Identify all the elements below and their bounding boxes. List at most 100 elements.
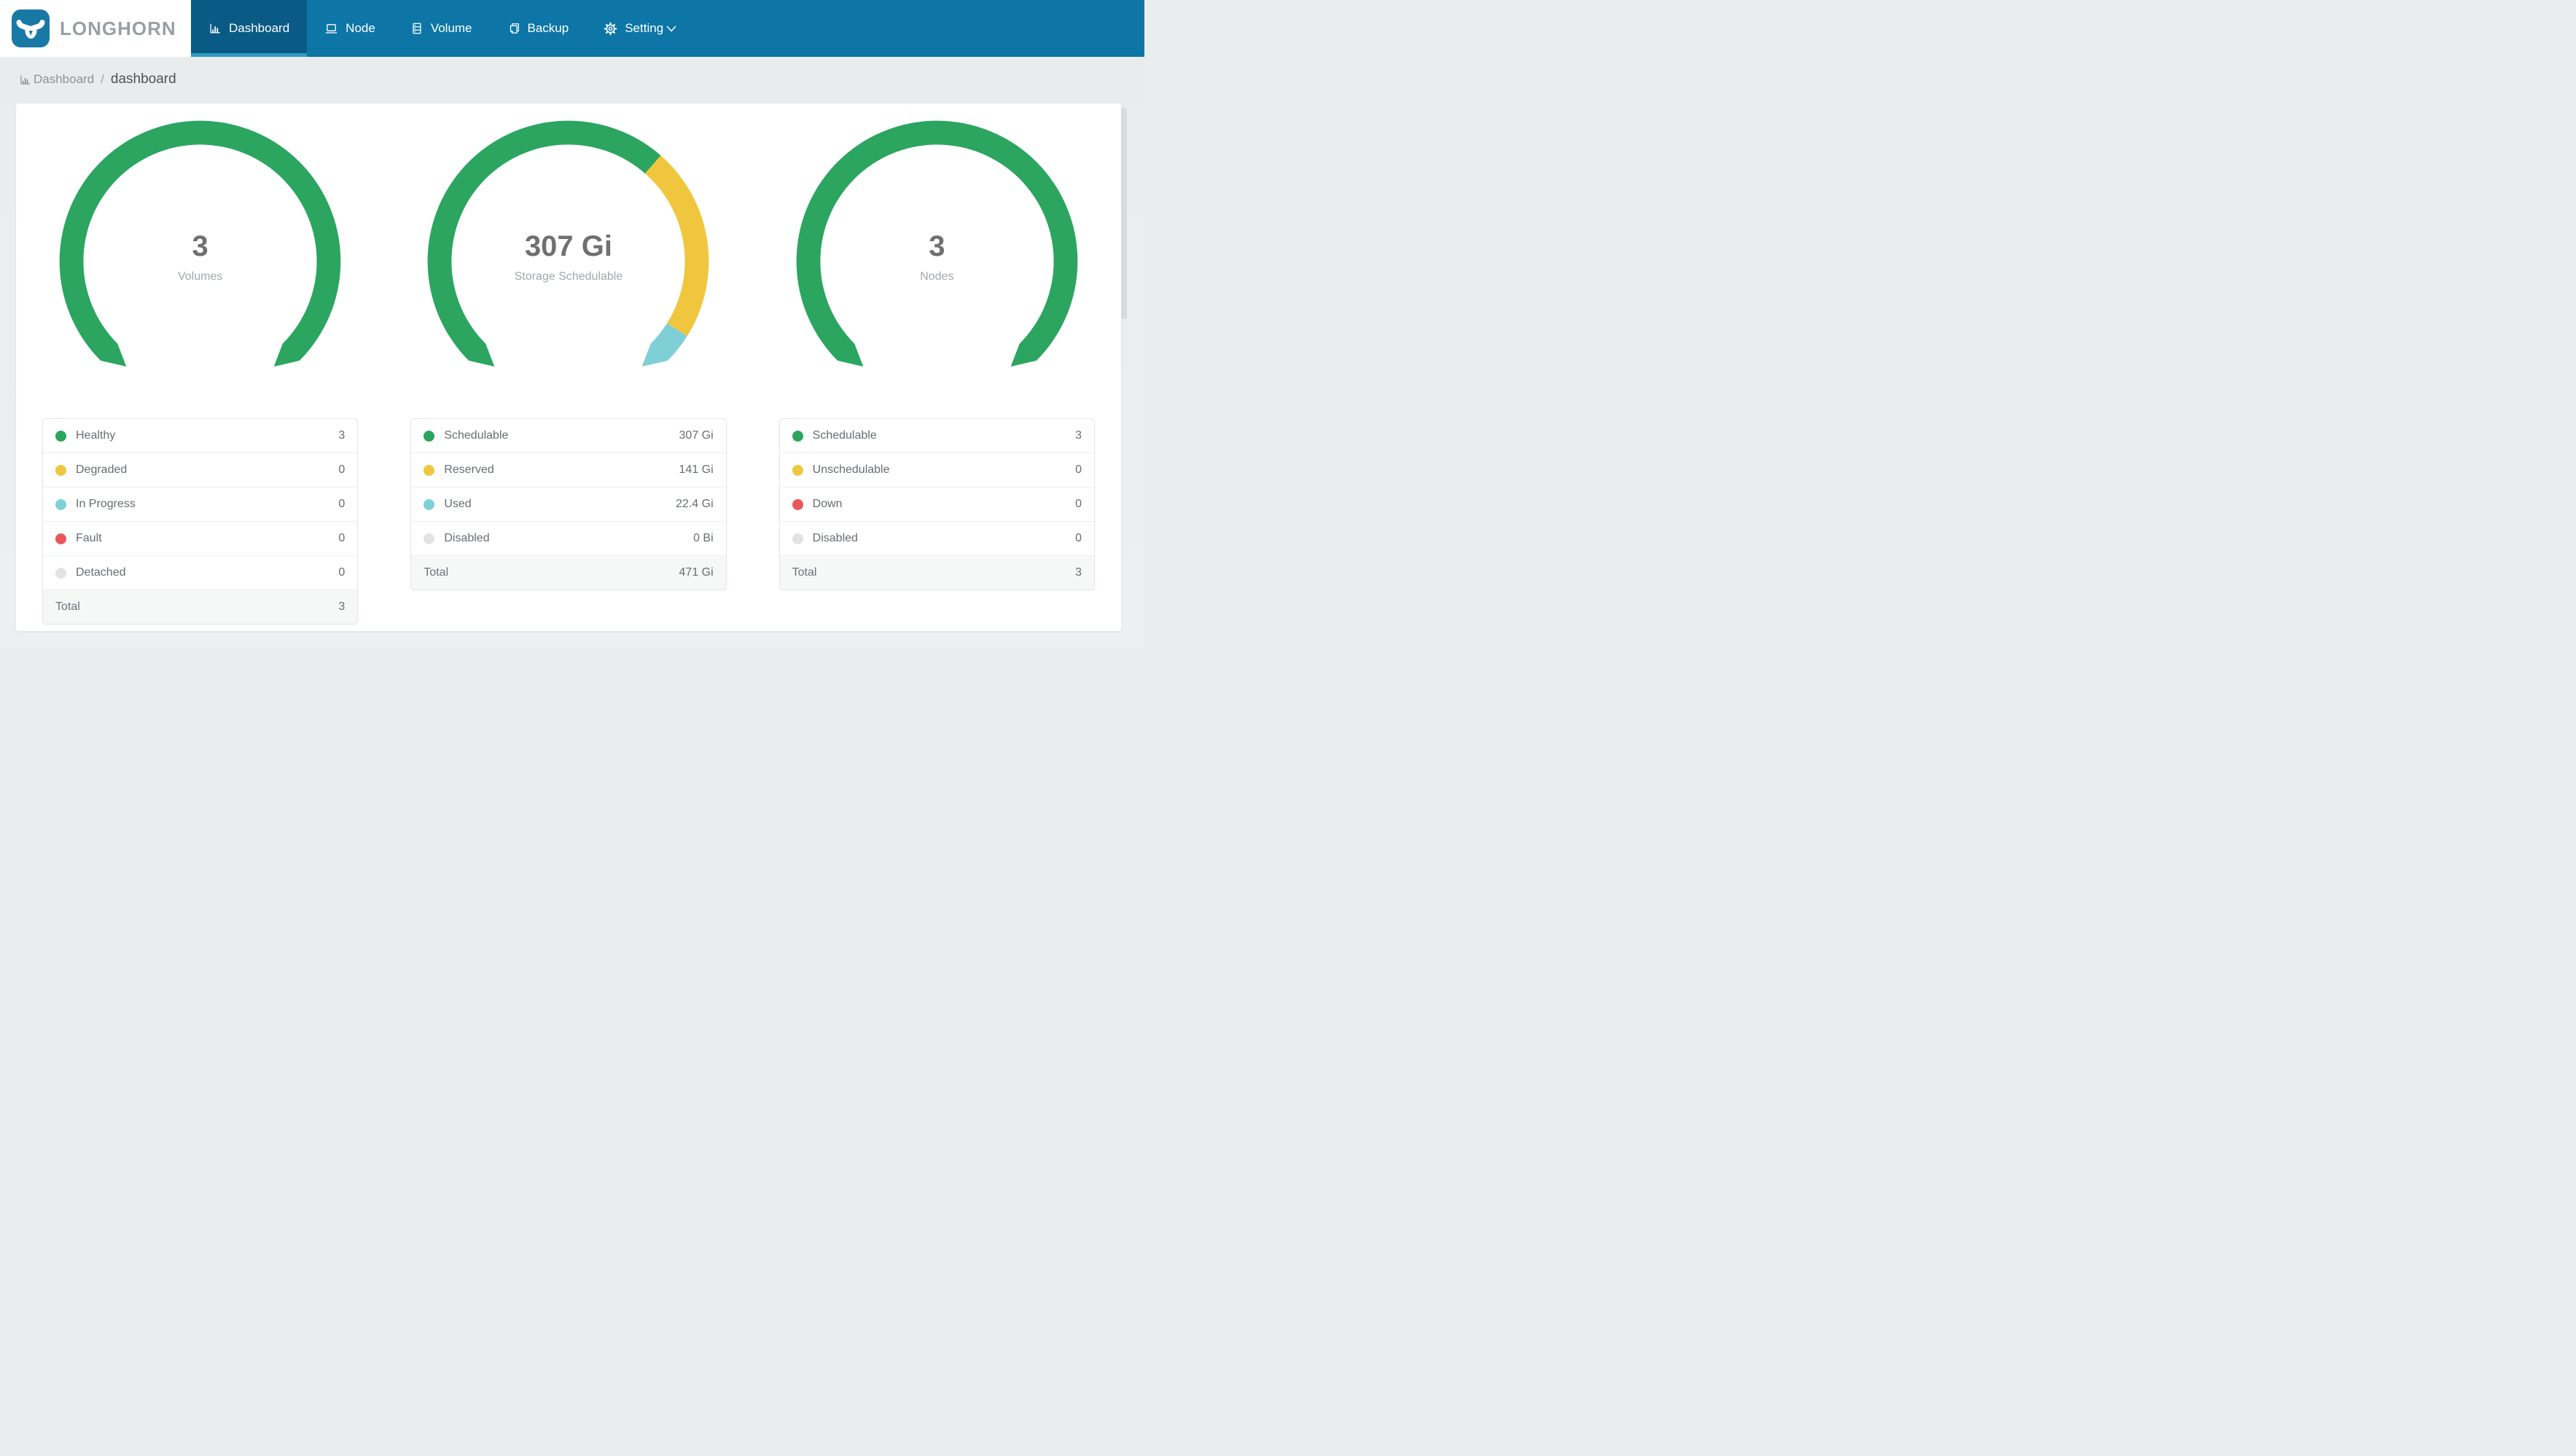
laptop-icon (324, 22, 338, 36)
legend-value: 0 (1075, 532, 1082, 544)
legend-color-dot (55, 498, 66, 510)
gauge-value: 3 (929, 230, 945, 263)
bar-chart-icon (208, 22, 222, 35)
gauge-center: 3 Nodes (789, 230, 1085, 283)
gauge-value: 307 Gi (524, 230, 613, 263)
legend-value: 0 (338, 498, 346, 510)
legend-label: Degraded (76, 463, 128, 476)
gauge-wrap: 307 Gi Storage Schedulable (384, 103, 752, 418)
nav-item-label: Volume (430, 21, 472, 35)
dashboard-card: 3 Volumes Healthy 3 Degraded 0 In Progress 0 Fau… (16, 103, 1121, 631)
legend-color-dot (55, 464, 66, 476)
legend-label: Disabled (812, 532, 858, 544)
breadcrumb-current-page: dashboard (110, 71, 176, 87)
legend-color-dot (424, 533, 435, 544)
legend-color-dot (424, 498, 435, 510)
legend-row-unschedulable: Unschedulable 0 (779, 453, 1094, 487)
legend-row-disabled: Disabled 0 (779, 521, 1094, 555)
legend-color-dot (792, 533, 803, 544)
legend-card-storage-schedulable: Schedulable 307 Gi Reserved 141 Gi Used 22.4 … (410, 418, 727, 590)
legend-value: 141 Gi (679, 463, 714, 476)
legend-row-healthy: Healthy 3 (43, 419, 357, 453)
legend-row-schedulable: Schedulable 3 (780, 419, 1094, 453)
legend-value: 0 (338, 463, 346, 476)
legend-color-dot (55, 533, 66, 544)
legend-label: In Progress (76, 498, 136, 510)
legend-row-reserved: Reserved 141 Gi (411, 453, 726, 487)
legend-value: 0 (338, 566, 346, 579)
gauge-volumes: 3 Volumes (52, 114, 348, 409)
panel-nodes: 3 Nodes Schedulable 3 Unschedulable 0 Down 0 Dis… (753, 103, 1121, 631)
legend-row-schedulable: Schedulable 307 Gi (411, 419, 725, 453)
brand-home-link[interactable]: LONGHORN (0, 0, 191, 57)
main-nav: Dashboard Node Volume Backup Setting (191, 0, 1144, 57)
gauge-label: Nodes (920, 270, 954, 283)
legend-total-value: 471 Gi (679, 566, 714, 579)
legend-color-dot (55, 430, 66, 442)
gauge-nodes: 3 Nodes (789, 114, 1085, 409)
breadcrumb-section-link[interactable]: Dashboard (34, 72, 94, 87)
gauge-storage-schedulable: 307 Gi Storage Schedulable (421, 114, 716, 409)
nav-item-label: Node (346, 21, 375, 35)
top-navbar: LONGHORN Dashboard Node Volume Backup Settin… (0, 0, 1144, 57)
legend-value: 0 Bi (693, 532, 714, 544)
nav-item-setting[interactable]: Setting (586, 0, 694, 57)
legend-row-detached: Detached 0 (43, 555, 358, 590)
legend-card-nodes: Schedulable 3 Unschedulable 0 Down 0 Disabled 0… (778, 418, 1095, 590)
legend-label: Used (444, 498, 472, 510)
legend-row-in-progress: In Progress 0 (43, 487, 358, 521)
legend-total-value: 3 (338, 600, 346, 613)
legend-label: Unschedulable (812, 463, 890, 476)
chevron-down-icon (666, 25, 676, 32)
gauge-wrap: 3 Volumes (16, 103, 384, 418)
nav-item-label: Setting (625, 21, 664, 35)
legend-label: Fault (76, 532, 102, 544)
legend-value: 3 (1075, 429, 1082, 442)
panel-storage-schedulable: 307 Gi Storage Schedulable Schedulable 307 … (384, 103, 752, 631)
gauge-center: 307 Gi Storage Schedulable (421, 230, 716, 283)
gauge-center: 3 Volumes (52, 230, 348, 283)
legend-row-fault: Fault 0 (43, 521, 358, 555)
nav-item-backup[interactable]: Backup (490, 0, 587, 57)
legend-value: 0 (1075, 498, 1082, 510)
nav-item-label: Dashboard (229, 21, 290, 35)
copy-icon (507, 22, 520, 35)
legend-row-used: Used 22.4 Gi (411, 487, 726, 521)
nav-item-volume[interactable]: Volume (393, 0, 490, 57)
legend-total-row: Total 3 (779, 555, 1094, 590)
gauge-value: 3 (192, 230, 208, 263)
nav-item-dashboard[interactable]: Dashboard (191, 0, 308, 57)
legend-label: Schedulable (812, 429, 877, 442)
database-icon (410, 22, 424, 35)
legend-label: Down (812, 498, 843, 510)
legend-value: 0 (338, 532, 346, 544)
legend-color-dot (424, 430, 435, 442)
legend-card-volumes: Healthy 3 Degraded 0 In Progress 0 Fault 0 Detac… (42, 418, 359, 625)
legend-row-disabled: Disabled 0 Bi (411, 521, 726, 555)
longhorn-dashboard-page: LONGHORN Dashboard Node Volume Backup Settin… (0, 0, 1144, 647)
legend-color-dot (792, 498, 803, 510)
legend-color-dot (792, 430, 803, 442)
panel-volumes: 3 Volumes Healthy 3 Degraded 0 In Progress 0 Fau… (16, 103, 384, 631)
legend-label: Reserved (444, 463, 494, 476)
gauge-wrap: 3 Nodes (753, 103, 1121, 418)
bar-chart-icon (19, 74, 31, 86)
nav-item-node[interactable]: Node (307, 0, 393, 57)
legend-value: 0 (1075, 463, 1082, 476)
legend-value: 307 Gi (679, 429, 714, 442)
legend-value: 22.4 Gi (676, 498, 714, 510)
gauge-label: Storage Schedulable (514, 270, 623, 283)
legend-label: Schedulable (444, 429, 509, 442)
page-scrollbar-thumb[interactable] (1121, 108, 1127, 319)
legend-total-label: Total (55, 600, 80, 613)
nav-item-label: Backup (527, 21, 569, 35)
legend-label: Detached (76, 566, 126, 579)
legend-total-row: Total 471 Gi (411, 555, 726, 590)
breadcrumb-separator: / (101, 72, 104, 86)
legend-color-dot (792, 464, 803, 476)
legend-label: Healthy (76, 429, 116, 442)
legend-label: Disabled (444, 532, 490, 544)
legend-total-label: Total (424, 566, 449, 579)
legend-value: 3 (338, 429, 346, 442)
legend-color-dot (55, 567, 66, 579)
